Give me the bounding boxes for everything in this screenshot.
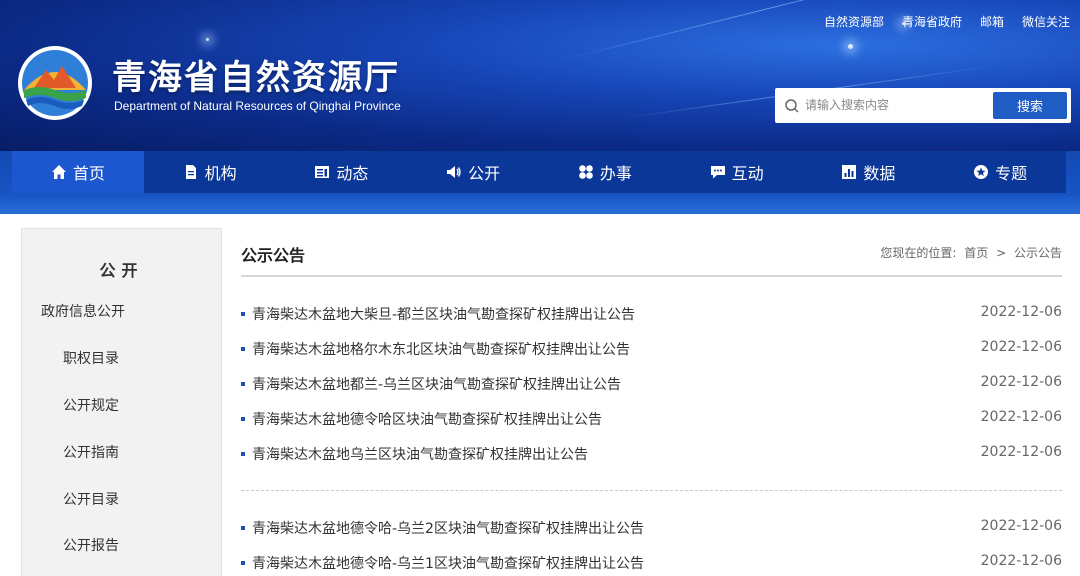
list-item: 青海柴达木盆地格尔木东北区块油气勘查探矿权挂牌出让公告 2022-12-06 bbox=[241, 339, 1062, 359]
bullet-icon bbox=[241, 417, 245, 421]
news-icon bbox=[315, 166, 330, 178]
list-item: 青海柴达木盆地德令哈-乌兰2区块油气勘查探矿权挂牌出让公告 2022-12-06 bbox=[241, 518, 1062, 538]
list-item: 青海柴达木盆地德令哈-乌兰1区块油气勘查探矿权挂牌出让公告 2022-12-06 bbox=[241, 553, 1062, 573]
site-subtitle-en: Department of Natural Resources of Qingh… bbox=[114, 99, 401, 113]
breadcrumb: 您现在的位置: 首页 > 公示公告 bbox=[876, 244, 1062, 261]
search-box: 搜索 bbox=[775, 88, 1071, 123]
bullet-icon bbox=[241, 561, 245, 565]
breadcrumb-separator: > bbox=[996, 246, 1007, 260]
site-title: 青海省自然资源厅 bbox=[112, 58, 400, 98]
bullet-icon bbox=[241, 347, 245, 351]
nav-item-label: 首页 bbox=[72, 164, 105, 183]
news-title-link[interactable]: 青海柴达木盆地大柴旦-都兰区块油气勘查探矿权挂牌出让公告 bbox=[252, 304, 635, 324]
sidebar-item-guide[interactable]: 公开指南 bbox=[63, 442, 119, 462]
nav-underband bbox=[0, 193, 1080, 214]
grid-icon bbox=[579, 165, 593, 179]
nav-item-interaction[interactable]: 互动 bbox=[671, 151, 803, 193]
bullet-icon bbox=[241, 452, 245, 456]
breadcrumb-prefix: 您现在的位置: bbox=[880, 246, 957, 260]
search-icon bbox=[785, 99, 799, 113]
content-area: 公开 政府信息公开 职权目录 公开规定 公开指南 公开目录 公开报告 公示公告 … bbox=[0, 214, 1080, 576]
nav-item-label: 办事 bbox=[599, 164, 632, 183]
nav-item-label: 专题 bbox=[995, 164, 1028, 183]
list-item: 青海柴达木盆地大柴旦-都兰区块油气勘查探矿权挂牌出让公告 2022-12-06 bbox=[241, 304, 1062, 324]
main-nav: 首页 机构 动态 公开 办事 互动 数据 专题 bbox=[12, 151, 1066, 193]
nav-item-label: 数据 bbox=[863, 164, 896, 183]
sidebar-item-regulations[interactable]: 公开规定 bbox=[63, 395, 119, 415]
site-header: 自然资源部 青海省政府 邮箱 微信关注 青海省自然资源厅 Department … bbox=[0, 0, 1080, 151]
breadcrumb-current: 公示公告 bbox=[1013, 246, 1062, 260]
nav-item-data[interactable]: 数据 bbox=[803, 151, 935, 193]
breadcrumb-home[interactable]: 首页 bbox=[964, 246, 988, 260]
top-links: 自然资源部 青海省政府 邮箱 微信关注 bbox=[824, 13, 1070, 30]
badge-icon bbox=[974, 165, 989, 179]
news-date: 2022-12-06 bbox=[980, 553, 1062, 569]
nav-item-home[interactable]: 首页 bbox=[12, 151, 144, 193]
chart-icon bbox=[842, 165, 857, 179]
sidebar-item-catalog[interactable]: 公开目录 bbox=[63, 489, 119, 509]
news-title-link[interactable]: 青海柴达木盆地德令哈区块油气勘查探矿权挂牌出让公告 bbox=[252, 409, 602, 429]
sidebar-heading: 公开 bbox=[99, 261, 144, 280]
chat-icon bbox=[710, 166, 725, 179]
news-date: 2022-12-06 bbox=[980, 444, 1062, 460]
document-icon bbox=[185, 165, 196, 179]
sparkle-decoration bbox=[206, 38, 209, 41]
title-divider bbox=[241, 275, 1062, 277]
sparkle-decoration bbox=[848, 44, 853, 49]
news-date: 2022-12-06 bbox=[980, 518, 1062, 534]
search-button[interactable]: 搜索 bbox=[993, 92, 1067, 119]
sidebar-item-report[interactable]: 公开报告 bbox=[63, 535, 119, 555]
news-title-link[interactable]: 青海柴达木盆地格尔木东北区块油气勘查探矿权挂牌出让公告 bbox=[252, 339, 630, 359]
nav-item-organization[interactable]: 机构 bbox=[144, 151, 276, 193]
nav-item-services[interactable]: 办事 bbox=[539, 151, 671, 193]
sidebar: 公开 政府信息公开 职权目录 公开规定 公开指南 公开目录 公开报告 bbox=[21, 228, 222, 576]
bullet-icon bbox=[241, 526, 245, 530]
list-item: 青海柴达木盆地乌兰区块油气勘查探矿权挂牌出让公告 2022-12-06 bbox=[241, 444, 1062, 464]
nav-item-disclosure[interactable]: 公开 bbox=[407, 151, 539, 193]
department-logo-icon[interactable] bbox=[16, 44, 94, 122]
list-item: 青海柴达木盆地德令哈区块油气勘查探矿权挂牌出让公告 2022-12-06 bbox=[241, 409, 1062, 429]
home-icon bbox=[51, 165, 66, 179]
page-title: 公示公告 bbox=[241, 246, 306, 265]
light-streak bbox=[559, 0, 968, 61]
sidebar-item-authority-list[interactable]: 职权目录 bbox=[63, 348, 119, 368]
news-date: 2022-12-06 bbox=[980, 374, 1062, 390]
list-item: 青海柴达木盆地都兰-乌兰区块油气勘查探矿权挂牌出让公告 2022-12-06 bbox=[241, 374, 1062, 394]
news-title-link[interactable]: 青海柴达木盆地都兰-乌兰区块油气勘查探矿权挂牌出让公告 bbox=[252, 374, 621, 394]
news-title-link[interactable]: 青海柴达木盆地德令哈-乌兰2区块油气勘查探矿权挂牌出让公告 bbox=[252, 518, 644, 538]
nav-item-label: 动态 bbox=[336, 164, 369, 183]
bullet-icon bbox=[241, 382, 245, 386]
top-link-mnr[interactable]: 自然资源部 bbox=[824, 13, 884, 30]
bullet-icon bbox=[241, 312, 245, 316]
top-link-mail[interactable]: 邮箱 bbox=[980, 13, 1004, 30]
news-date: 2022-12-06 bbox=[980, 339, 1062, 355]
nav-item-news[interactable]: 动态 bbox=[276, 151, 408, 193]
news-title-link[interactable]: 青海柴达木盆地乌兰区块油气勘查探矿权挂牌出让公告 bbox=[252, 444, 588, 464]
news-date: 2022-12-06 bbox=[980, 304, 1062, 320]
top-link-wechat[interactable]: 微信关注 bbox=[1022, 13, 1070, 30]
nav-item-label: 机构 bbox=[204, 164, 237, 183]
main-nav-bar: 首页 机构 动态 公开 办事 互动 数据 专题 bbox=[0, 151, 1080, 214]
group-divider bbox=[241, 490, 1062, 491]
news-date: 2022-12-06 bbox=[980, 409, 1062, 425]
top-link-province-gov[interactable]: 青海省政府 bbox=[902, 13, 962, 30]
news-title-link[interactable]: 青海柴达木盆地德令哈-乌兰1区块油气勘查探矿权挂牌出让公告 bbox=[252, 553, 644, 573]
nav-item-label: 互动 bbox=[731, 164, 764, 183]
speaker-icon bbox=[447, 166, 461, 178]
sidebar-subheading[interactable]: 政府信息公开 bbox=[41, 301, 125, 321]
search-input[interactable] bbox=[805, 95, 985, 115]
nav-item-label: 公开 bbox=[468, 164, 501, 183]
nav-item-topics[interactable]: 专题 bbox=[934, 151, 1066, 193]
